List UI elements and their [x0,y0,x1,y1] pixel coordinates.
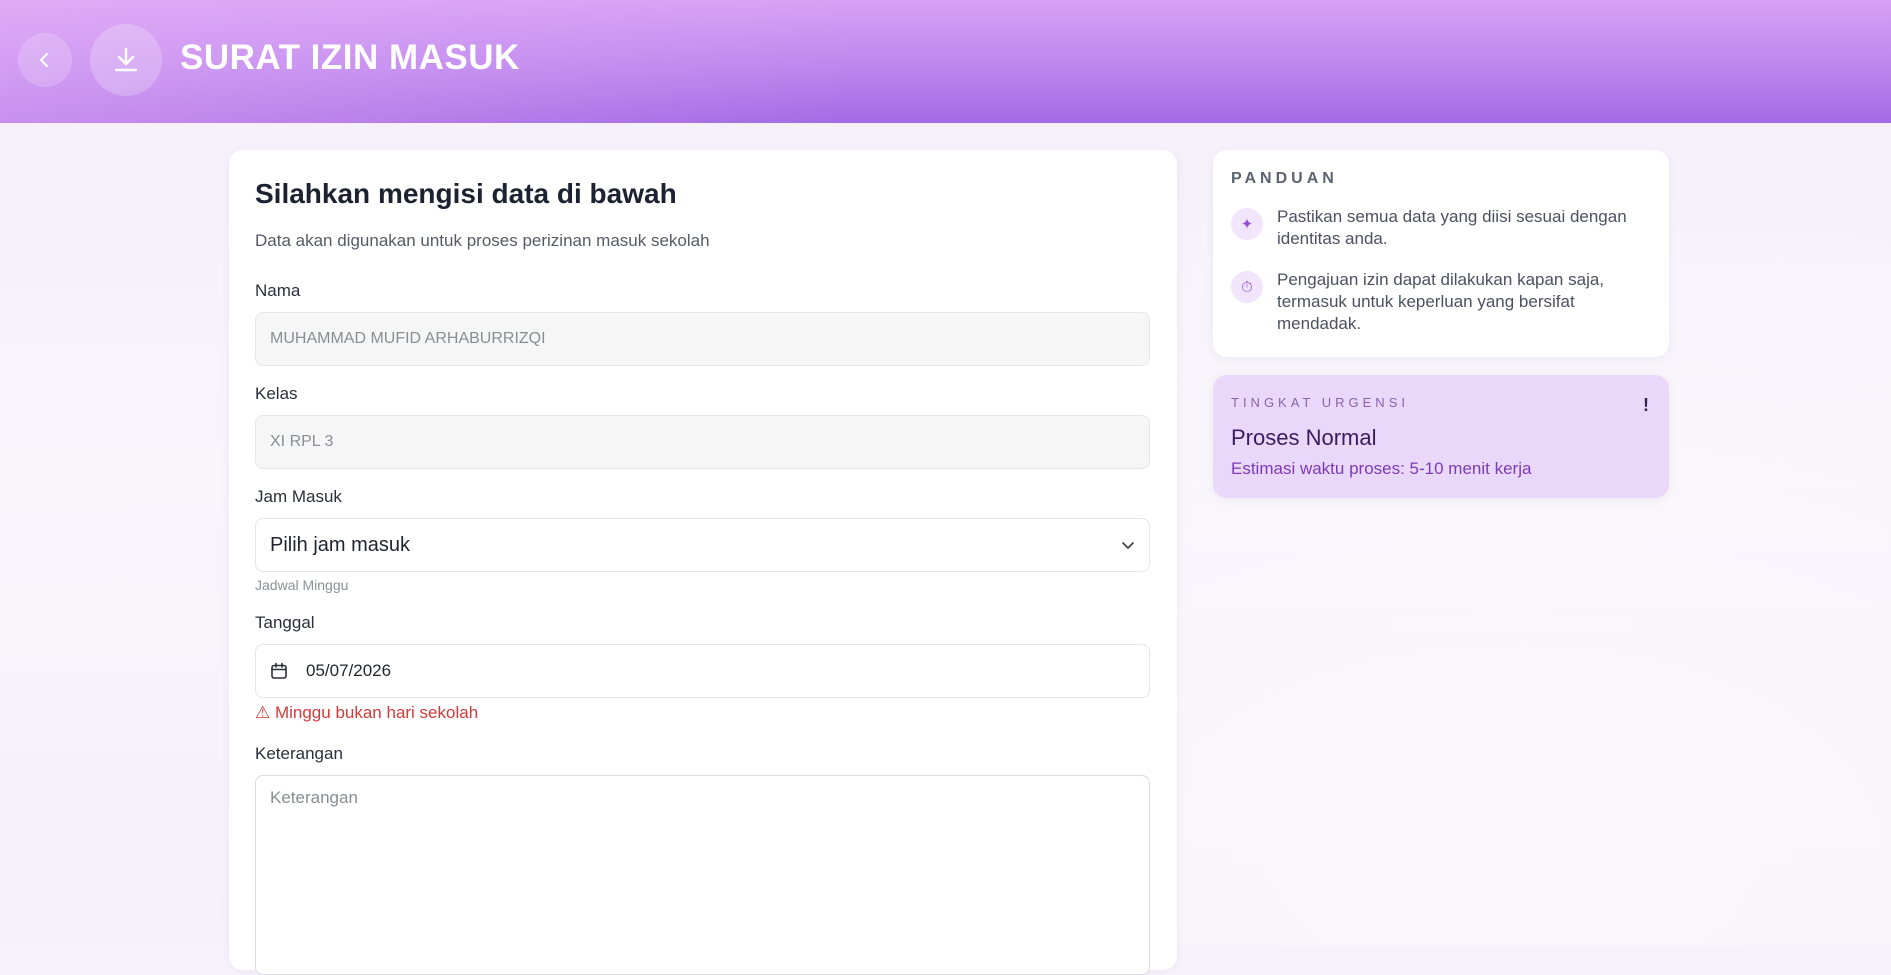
nama-value: MUHAMMAD MUFID ARHABURRIZQI [270,330,546,347]
panduan-item: ⏱ Pengajuan izin dapat dilakukan kapan s… [1231,270,1651,335]
tanggal-value: 05/07/2026 [306,661,392,680]
panduan-item-text: Pastikan semua data yang diisi sesuai de… [1277,207,1627,248]
kelas-label: Kelas [255,384,298,403]
panduan-item-text: Pengajuan izin dapat dilakukan kapan saj… [1277,270,1605,333]
urgensi-title: Proses Normal [1231,425,1377,450]
urgensi-subtitle: Estimasi waktu proses: 5-10 menit kerja [1231,459,1532,478]
form-card: Silahkan mengisi data di bawah Data akan… [229,150,1177,975]
nama-field[interactable]: MUHAMMAD MUFID ARHABURRIZQI [255,312,1150,366]
urgensi-badge: ! [1643,395,1649,415]
page-header: SURAT IZIN MASUK [0,0,1891,123]
form-subtitle: Data akan digunakan untuk proses perizin… [255,231,710,250]
urgensi-label: TINGKAT URGENSI [1231,395,1409,410]
page-title: SURAT IZIN MASUK [180,38,520,77]
keterangan-label: Keterangan [255,744,343,763]
jam-masuk-select[interactable]: Pilih jam masuk [255,518,1150,572]
tanggal-date-input[interactable]: 05/07/2026 [255,644,1150,698]
download-icon [114,47,138,72]
chevron-left-icon [40,53,48,67]
back-button[interactable] [18,33,72,87]
panduan-card: PANDUAN ✦ Pastikan semua data yang diisi… [1213,150,1669,357]
kelas-value: XI RPL 3 [270,433,334,450]
form-title: Silahkan mengisi data di bawah [255,178,677,209]
panduan-title: PANDUAN [1231,170,1338,187]
sparkle-icon: ✦ [1231,208,1263,240]
keterangan-placeholder: Keterangan [270,788,358,807]
kelas-field[interactable]: XI RPL 3 [255,415,1150,469]
jam-masuk-label: Jam Masuk [255,487,342,506]
download-button[interactable] [90,24,162,96]
urgensi-card: TINGKAT URGENSI ! Proses Normal Estimasi… [1213,375,1669,498]
tanggal-label: Tanggal [255,613,315,632]
jam-masuk-hint: Jadwal Minggu [255,577,349,593]
chevron-down-icon [1122,542,1134,549]
calendar-icon[interactable] [270,662,288,680]
keterangan-textarea[interactable]: Keterangan [255,775,1150,975]
tanggal-error-message: ⚠ Minggu bukan hari sekolah [255,703,479,722]
jam-masuk-selected: Pilih jam masuk [270,533,411,556]
stopwatch-icon: ⏱ [1231,271,1263,303]
panduan-item: ✦ Pastikan semua data yang diisi sesuai … [1231,207,1651,250]
nama-label: Nama [255,281,301,300]
